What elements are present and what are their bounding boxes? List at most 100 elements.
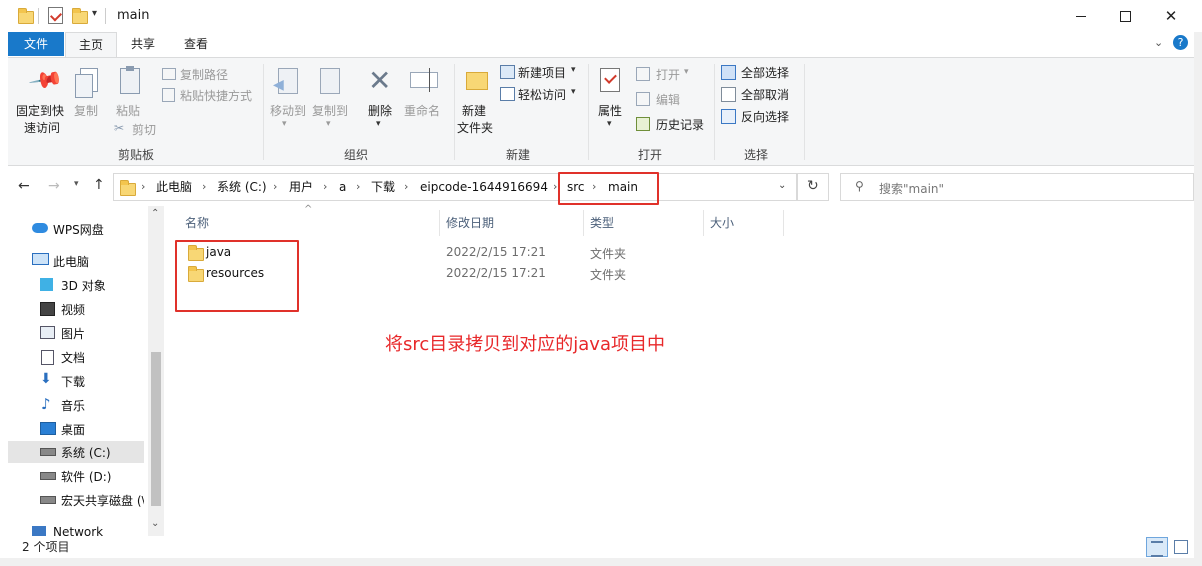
- breadcrumb-eipcode[interactable]: eipcode-1644916694: [420, 174, 548, 200]
- properties-button[interactable]: 属性 ▾: [594, 64, 628, 142]
- close-button[interactable]: ✕: [1148, 0, 1194, 32]
- nav-item-software-d[interactable]: 软件 (D:): [8, 465, 144, 487]
- select-all-icon: [721, 65, 736, 80]
- help-icon[interactable]: ?: [1173, 35, 1188, 50]
- breadcrumb-system-c[interactable]: 系统 (C:): [217, 174, 267, 200]
- column-header-size[interactable]: 大小: [710, 212, 780, 234]
- properties-quick-icon[interactable]: [48, 7, 63, 24]
- open-button[interactable]: 打开 ▾: [636, 66, 706, 82]
- chevron-right-icon[interactable]: ›: [404, 174, 408, 200]
- customize-quick-access-icon[interactable]: ▾: [92, 8, 97, 19]
- nav-label: WPS网盘: [53, 223, 104, 237]
- copy-button[interactable]: 复制: [72, 64, 104, 124]
- rename-button[interactable]: 重命名: [402, 64, 446, 124]
- history-button[interactable]: 历史记录: [636, 116, 716, 132]
- scroll-down-icon[interactable]: ⌄: [151, 518, 159, 529]
- chevron-right-icon[interactable]: ›: [273, 174, 277, 200]
- video-icon: [40, 302, 55, 316]
- chevron-right-icon[interactable]: ›: [553, 174, 557, 200]
- copy-to-button[interactable]: 复制到 ▾: [310, 64, 350, 142]
- group-separator: [588, 64, 589, 160]
- group-label-open: 打开: [637, 148, 662, 162]
- nav-item-music[interactable]: ♪ 音乐: [8, 394, 144, 416]
- nav-item-pictures[interactable]: 图片: [8, 322, 144, 344]
- copy-path-icon: [162, 68, 176, 80]
- recent-locations-icon[interactable]: ▾: [74, 179, 79, 189]
- paste-shortcut-button[interactable]: 粘贴快捷方式: [160, 87, 265, 103]
- nav-label: 宏天共享磁盘 (\: [61, 494, 144, 508]
- column-divider[interactable]: [783, 210, 784, 236]
- edit-button[interactable]: 编辑: [636, 91, 706, 107]
- nav-scrollbar[interactable]: ⌃ ⌄: [148, 206, 164, 536]
- new-item-button[interactable]: 新建项目 ▾: [500, 64, 580, 80]
- chevron-down-icon: ▾: [607, 119, 612, 129]
- breadcrumb-a[interactable]: a: [339, 174, 346, 200]
- column-divider[interactable]: [583, 210, 584, 236]
- column-divider[interactable]: [703, 210, 704, 236]
- up-arrow-icon[interactable]: ↑: [93, 177, 105, 193]
- refresh-button[interactable]: ↻: [797, 173, 829, 201]
- nav-item-system-c[interactable]: 系统 (C:): [8, 441, 144, 463]
- nav-item-shared-disk[interactable]: 宏天共享磁盘 (\: [8, 489, 144, 511]
- tab-file[interactable]: 文件: [8, 32, 64, 56]
- scroll-up-icon[interactable]: ⌃: [151, 208, 159, 219]
- nav-item-videos[interactable]: 视频: [8, 298, 144, 320]
- paste-shortcut-label: 粘贴快捷方式: [180, 89, 253, 103]
- nav-item-desktop[interactable]: 桌面: [8, 418, 144, 440]
- new-folder-button[interactable]: 新建 文件夹: [456, 64, 496, 142]
- background-window-edge: [0, 558, 1202, 566]
- select-all-button[interactable]: 全部选择: [721, 64, 801, 80]
- minimize-button[interactable]: [1058, 0, 1104, 32]
- breadcrumb-this-pc[interactable]: 此电脑: [156, 174, 192, 200]
- file-type: 文件夹: [590, 268, 627, 282]
- desktop-icon: [40, 422, 56, 435]
- address-dropdown-icon[interactable]: ⌄: [778, 180, 786, 191]
- chevron-right-icon[interactable]: ›: [356, 174, 360, 200]
- new-folder-quick-icon[interactable]: [72, 7, 88, 24]
- nav-item-this-pc[interactable]: 此电脑: [8, 250, 144, 272]
- back-arrow-icon[interactable]: ←: [18, 178, 30, 194]
- breadcrumb-downloads[interactable]: 下载: [371, 174, 395, 200]
- column-header-type[interactable]: 类型: [590, 212, 700, 234]
- delete-label: 删除: [368, 104, 393, 118]
- easy-access-button[interactable]: 轻松访问 ▾: [500, 86, 580, 102]
- column-header-name[interactable]: 名称: [185, 212, 435, 234]
- download-arrow-icon: ⬇: [40, 371, 52, 387]
- search-box[interactable]: ⚲ 搜索"main": [840, 173, 1194, 201]
- chevron-down-icon: ▾: [571, 87, 576, 97]
- nav-item-documents[interactable]: 文档: [8, 346, 144, 368]
- forward-arrow-icon[interactable]: →: [48, 178, 60, 194]
- maximize-button[interactable]: [1102, 0, 1148, 32]
- computer-icon: [32, 253, 49, 265]
- select-none-button[interactable]: 全部取消: [721, 86, 801, 102]
- address-bar[interactable]: › 此电脑 › 系统 (C:) › 用户 › a › 下载 › eipcode-…: [113, 173, 797, 201]
- chevron-right-icon[interactable]: ›: [202, 174, 206, 200]
- rename-icon: [410, 68, 438, 92]
- column-header-modified[interactable]: 修改日期: [446, 212, 576, 234]
- cut-button[interactable]: ✂ 剪切: [112, 121, 162, 137]
- column-divider[interactable]: [439, 210, 440, 236]
- rename-label: 重命名: [404, 104, 441, 118]
- cloud-icon: [32, 223, 48, 233]
- invert-selection-button[interactable]: 反向选择: [721, 108, 801, 124]
- nav-item-network[interactable]: Network: [8, 522, 144, 536]
- delete-button[interactable]: ✕ 删除 ▾: [364, 64, 396, 142]
- nav-item-downloads[interactable]: ⬇ 下载: [8, 370, 144, 392]
- move-to-button[interactable]: ◀ 移动到 ▾: [268, 64, 306, 142]
- chevron-right-icon[interactable]: ›: [323, 174, 327, 200]
- large-icons-view-button[interactable]: [1170, 537, 1190, 555]
- nav-scroll-thumb[interactable]: [151, 352, 161, 506]
- nav-item-wps-cloud[interactable]: WPS网盘: [8, 218, 144, 240]
- large-icons-view-icon: [1174, 540, 1188, 554]
- breadcrumb-users[interactable]: 用户: [289, 174, 313, 200]
- tab-share[interactable]: 共享: [118, 32, 168, 56]
- tab-view[interactable]: 查看: [170, 32, 222, 56]
- copy-path-button[interactable]: 复制路径: [160, 66, 260, 82]
- details-view-button[interactable]: [1146, 537, 1168, 557]
- tab-home[interactable]: 主页: [65, 32, 117, 57]
- chevron-right-icon[interactable]: ›: [141, 174, 145, 200]
- invert-selection-icon: [721, 109, 736, 124]
- pin-quick-access-button[interactable]: 📌 固定到快 速访问: [10, 62, 68, 140]
- collapse-ribbon-icon[interactable]: ⌄: [1154, 36, 1163, 49]
- nav-item-3d-objects[interactable]: 3D 对象: [8, 274, 144, 296]
